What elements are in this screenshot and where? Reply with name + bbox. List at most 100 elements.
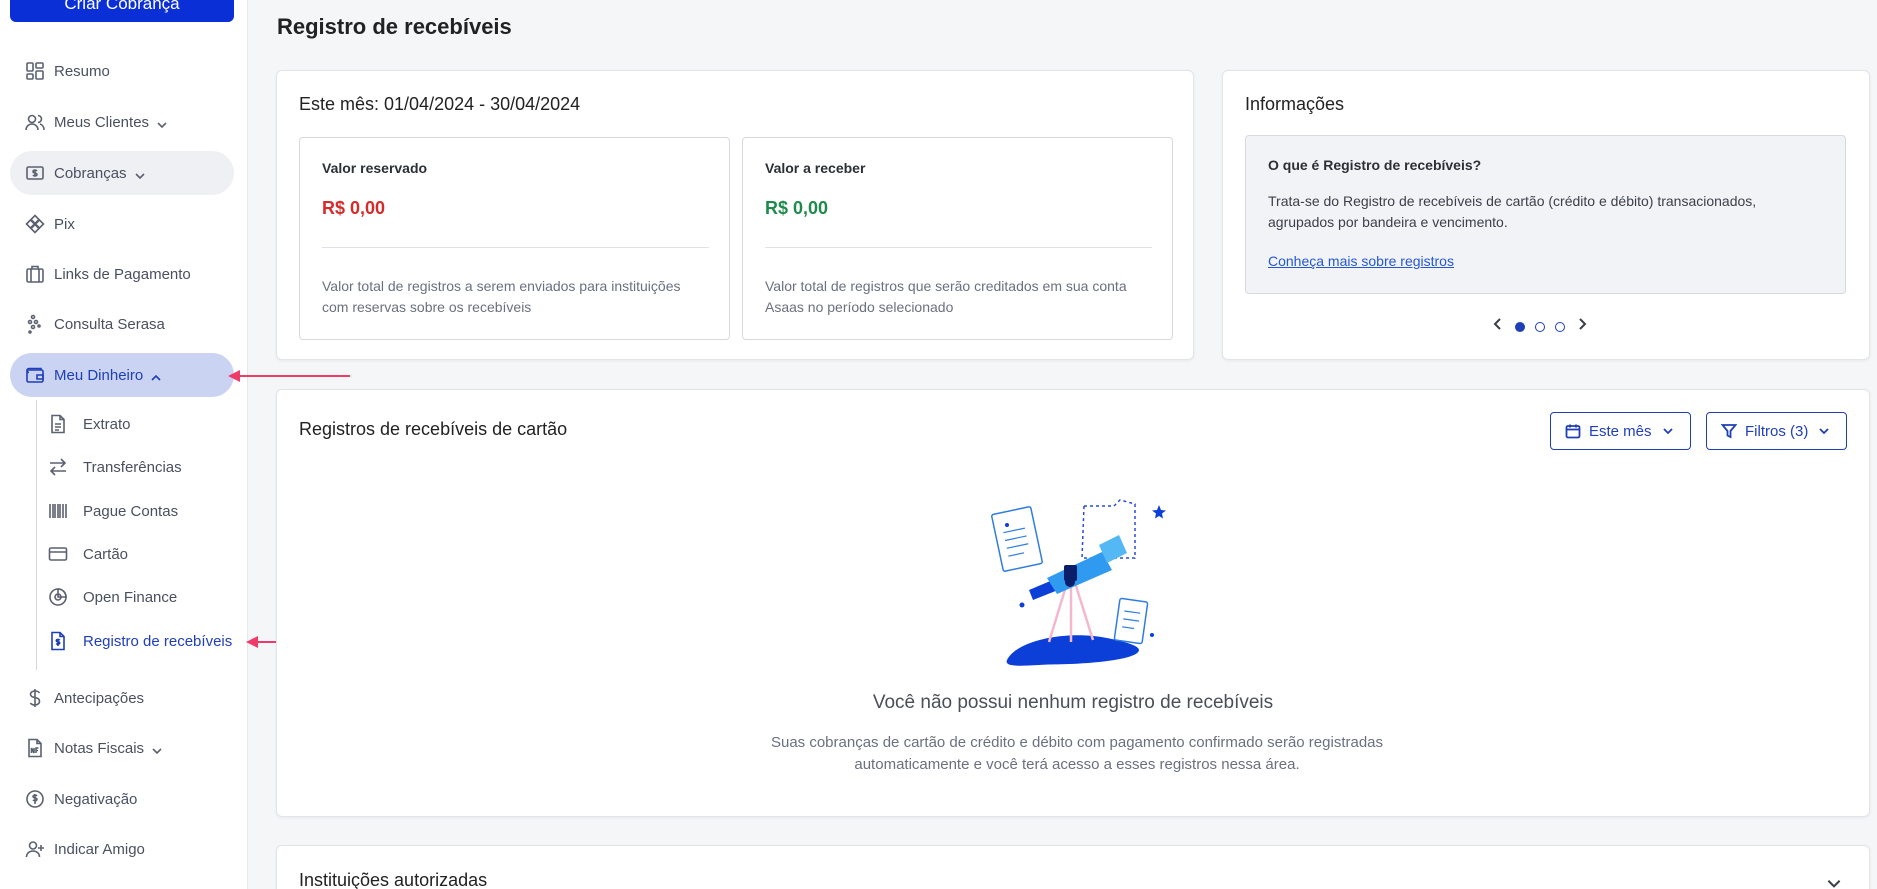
- reserved-value-description: Valor total de registros a serem enviado…: [322, 278, 681, 315]
- sidebar-item-notas-fiscais[interactable]: Notas Fiscais: [10, 726, 234, 770]
- sidebar-item-label: Cobranças: [54, 164, 127, 182]
- reserved-value-card: Valor reservado R$ 0,00 Valor total de r…: [299, 137, 730, 340]
- sidebar-item-indicar-amigo[interactable]: Indicar Amigo: [10, 827, 234, 871]
- sidebar-subitem-registro-recebiveis[interactable]: Registro de recebíveis: [47, 626, 232, 656]
- sidebar-item-label: Links de Pagamento: [54, 265, 191, 283]
- sidebar-item-pix[interactable]: Pix: [10, 202, 234, 246]
- learn-more-link[interactable]: Conheça mais sobre registros: [1268, 253, 1454, 269]
- sidebar-item-cobrancas[interactable]: Cobranças: [10, 151, 234, 195]
- invoice-icon: [24, 737, 46, 759]
- sidebar-subitem-open-finance[interactable]: Open Finance: [47, 582, 177, 612]
- info-answer: Trata-se do Registro de recebíveis de ca…: [1268, 193, 1757, 230]
- chevron-down-icon: [134, 168, 145, 180]
- briefcase-icon: [24, 263, 46, 285]
- month-summary-title: Este mês: 01/04/2024 - 30/04/2024: [299, 94, 581, 114]
- sidebar-subitem-label: Cartão: [83, 545, 129, 563]
- add-user-icon: [24, 838, 46, 860]
- empty-state-description: Suas cobranças de cartão de crédito e dé…: [770, 734, 1384, 773]
- users-icon: [24, 111, 46, 133]
- sidebar-subitem-label: Registro de recebíveis: [83, 632, 233, 650]
- info-carousel: [1491, 317, 1589, 336]
- chevron-down-icon[interactable]: [1825, 874, 1843, 889]
- sidebar-subitem-label: Extrato: [83, 415, 131, 433]
- sidebar-item-label: Negativação: [54, 790, 138, 808]
- info-question: O que é Registro de recebíveis?: [1268, 157, 1482, 173]
- annotation-arrow: [228, 370, 350, 382]
- receivable-value-amount: R$ 0,00: [765, 198, 829, 218]
- chevron-down-icon: [157, 117, 167, 129]
- sidebar-item-label: Consulta Serasa: [54, 315, 165, 333]
- period-filter-label: Este mês: [1589, 422, 1652, 440]
- month-summary-card: Este mês: 01/04/2024 - 30/04/2024 Valor …: [276, 70, 1194, 360]
- sidebar-subitem-pague-contas[interactable]: Pague Contas: [47, 496, 178, 526]
- empty-state-title: Você não possui nenhum registro de receb…: [872, 692, 1274, 713]
- dashboard-icon: [24, 60, 46, 82]
- filters-button[interactable]: Filtros (3): [1706, 412, 1848, 450]
- sidebar-item-label: Resumo: [54, 62, 110, 80]
- info-box: O que é Registro de recebíveis? Trata-se…: [1245, 135, 1846, 294]
- divider: [322, 247, 709, 248]
- carousel-dot[interactable]: [1555, 321, 1565, 332]
- pix-icon: [24, 213, 46, 235]
- chevron-down-icon: [152, 743, 162, 755]
- chevron-down-icon: [1819, 428, 1829, 435]
- sidebar-item-label: Notas Fiscais: [54, 739, 145, 757]
- divider: [765, 247, 1152, 248]
- receivable-value-label: Valor a receber: [765, 160, 866, 176]
- sidebar-subitem-transferencias[interactable]: Transferências: [47, 452, 182, 482]
- money-icon: [24, 162, 46, 184]
- sidebar-item-label: Antecipações: [54, 689, 145, 707]
- page-title: Registro de recebíveis: [277, 14, 512, 39]
- sidebar-item-links-pagamento[interactable]: Links de Pagamento: [10, 252, 234, 296]
- sidebar: Criar Cobrança Resumo Meus Clientes Cobr…: [0, 0, 248, 889]
- sidebar-item-label: Indicar Amigo: [54, 840, 145, 858]
- chevron-left-icon[interactable]: [1491, 317, 1505, 336]
- authorized-institutions-title: Instituições autorizadas: [299, 870, 488, 889]
- sidebar-item-negativacao[interactable]: Negativação: [10, 777, 234, 821]
- filter-icon: [1721, 424, 1737, 439]
- dollar-icon: [24, 687, 46, 709]
- sidebar-item-label: Meus Clientes: [54, 113, 150, 131]
- receivables-icon: [47, 630, 69, 652]
- chevron-down-icon: [1662, 428, 1673, 435]
- period-filter-button[interactable]: Este mês: [1550, 412, 1691, 450]
- transfer-icon: [47, 456, 69, 478]
- card-icon: [47, 543, 69, 565]
- sidebar-item-label: Pix: [54, 215, 75, 233]
- meu-dinheiro-submenu: Extrato Transferências Pague Contas Cart…: [36, 400, 236, 670]
- receivable-value-description: Valor total de registros que serão credi…: [765, 278, 1127, 315]
- filters-label: Filtros (3): [1745, 422, 1809, 440]
- carousel-dot[interactable]: [1535, 321, 1545, 332]
- records-card-title: Registros de recebíveis de cartão: [299, 419, 568, 439]
- sidebar-item-antecipacoes[interactable]: Antecipações: [10, 676, 234, 720]
- sidebar-subitem-cartao[interactable]: Cartão: [47, 539, 128, 569]
- serasa-icon: [24, 313, 46, 335]
- sidebar-item-consulta-serasa[interactable]: Consulta Serasa: [10, 302, 234, 346]
- barcode-icon: [47, 500, 69, 522]
- reserved-value-amount: R$ 0,00: [322, 198, 386, 218]
- chevron-up-icon: [151, 370, 161, 381]
- open-finance-icon: [47, 586, 69, 608]
- telescope-illustration: [991, 499, 1166, 666]
- receivable-value-card: Valor a receber R$ 0,00 Valor total de r…: [742, 137, 1173, 340]
- sidebar-item-label: Meu Dinheiro: [54, 366, 144, 384]
- carousel-dot[interactable]: [1515, 321, 1525, 332]
- sidebar-item-meu-dinheiro[interactable]: Meu Dinheiro: [10, 353, 234, 397]
- chevron-right-icon[interactable]: [1575, 317, 1589, 336]
- document-icon: [47, 413, 69, 435]
- wallet-icon: [24, 364, 46, 386]
- records-card: Registros de recebíveis de cartão Este m…: [276, 389, 1870, 817]
- sidebar-subitem-label: Transferências: [83, 458, 182, 476]
- sidebar-item-resumo[interactable]: Resumo: [10, 49, 234, 93]
- calendar-icon: [1565, 424, 1581, 439]
- sidebar-subitem-label: Pague Contas: [83, 502, 179, 520]
- info-card-title: Informações: [1245, 94, 1345, 114]
- create-charge-button[interactable]: Criar Cobrança: [10, 0, 234, 22]
- sidebar-subitem-extrato[interactable]: Extrato: [47, 409, 131, 439]
- info-card: Informações O que é Registro de recebíve…: [1222, 70, 1870, 360]
- authorized-institutions-card[interactable]: Instituições autorizadas: [276, 845, 1870, 889]
- sidebar-subitem-label: Open Finance: [83, 588, 178, 606]
- negativation-icon: [24, 788, 46, 810]
- reserved-value-label: Valor reservado: [322, 160, 428, 176]
- sidebar-item-meus-clientes[interactable]: Meus Clientes: [10, 100, 234, 144]
